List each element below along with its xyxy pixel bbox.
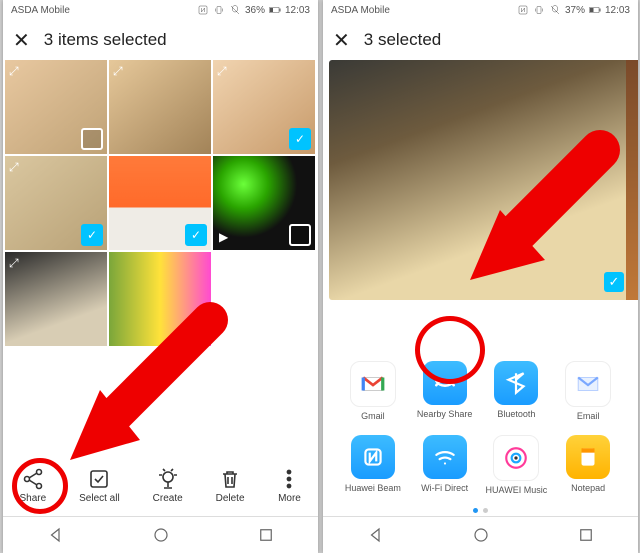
share-target-label: HUAWEI Music [486,485,548,495]
selection-header: ✕ 3 selected [323,20,638,60]
checkbox-unchecked[interactable] [81,128,103,150]
photo-thumb[interactable]: ⤢ [5,252,107,346]
close-icon[interactable]: ✕ [13,28,30,53]
nearby-share-icon [432,370,458,396]
android-nav-bar [323,516,638,553]
vibrate-icon [533,4,545,16]
share-target-label: Nearby Share [417,409,473,419]
delete-button[interactable]: Delete [216,467,245,504]
share-target-label: Huawei Beam [345,483,401,493]
checkbox-checked[interactable]: ✓ [289,128,311,150]
status-bar: ASDA Mobile 37% 12:03 [323,0,638,20]
photo-thumb[interactable]: ⤢ [109,60,211,154]
huawei-music-icon [503,445,529,471]
nfc-icon [517,4,529,16]
share-target-label: Email [577,411,600,421]
recent-icon[interactable] [577,526,595,544]
share-target-bluetooth[interactable]: Bluetooth [481,361,553,421]
share-target-music[interactable]: HUAWEI Music [481,435,553,495]
photo-thumb[interactable]: ⤢ [5,60,107,154]
notepad-icon [575,444,601,470]
share-button[interactable]: Share [19,467,46,504]
time-label: 12:03 [285,5,310,16]
photo-thumb[interactable]: ✓ [109,156,211,250]
battery-label: 37% [565,5,585,16]
expand-icon: ⤢ [9,160,19,175]
huawei-beam-icon [360,444,386,470]
share-target-nearby[interactable]: Nearby Share [409,361,481,421]
gmail-icon [360,371,386,397]
time-label: 12:03 [605,5,630,16]
checkbox-unchecked[interactable] [289,224,311,246]
share-label: Share [19,493,46,504]
header-title: 3 selected [364,30,442,50]
selected-photo-preview[interactable]: ✓ [329,60,632,300]
select-all-label: Select all [79,493,120,504]
play-icon: ▶ [219,230,228,244]
select-all-icon [87,467,111,491]
share-target-gmail[interactable]: Gmail [337,361,409,421]
battery-icon [589,4,601,16]
trash-icon [218,467,242,491]
select-all-button[interactable]: Select all [79,467,120,504]
checkbox-checked[interactable]: ✓ [185,224,207,246]
photo-thumb[interactable] [109,252,211,346]
home-icon[interactable] [472,526,490,544]
photo-thumb[interactable]: ⤢✓ [5,156,107,250]
page-indicator [323,508,638,513]
home-icon[interactable] [152,526,170,544]
share-target-label: Wi-Fi Direct [421,483,468,493]
create-button[interactable]: Create [153,467,183,504]
share-icon [21,467,45,491]
more-icon [277,467,301,491]
share-target-label: Bluetooth [497,409,535,419]
delete-label: Delete [216,493,245,504]
vibrate-icon [213,4,225,16]
share-target-label: Gmail [361,411,385,421]
nfc-icon [197,4,209,16]
header-title: 3 items selected [44,30,167,50]
bottom-action-bar: Share Select all Create Delete More [3,455,318,515]
mute-icon [229,4,241,16]
more-label: More [278,493,301,504]
expand-icon: ⤢ [113,64,123,79]
bluetooth-icon [503,370,529,396]
carrier-label: ASDA Mobile [11,5,70,16]
expand-icon: ⤢ [9,256,19,271]
create-label: Create [153,493,183,504]
share-target-label: Notepad [571,483,605,493]
phone-left: ASDA Mobile 36% 12:03 ✕ 3 items selected… [3,0,318,553]
checkbox-checked[interactable]: ✓ [81,224,103,246]
close-icon[interactable]: ✕ [333,28,350,53]
create-icon [156,467,180,491]
battery-icon [269,4,281,16]
recent-icon[interactable] [257,526,275,544]
next-photo-peek[interactable] [626,60,638,300]
photo-thumb[interactable]: ▶ [213,156,315,250]
share-target-notepad[interactable]: Notepad [552,435,624,495]
expand-icon: ⤢ [9,64,19,79]
back-icon[interactable] [47,526,65,544]
mute-icon [549,4,561,16]
back-icon[interactable] [367,526,385,544]
more-button[interactable]: More [277,467,301,504]
photo-grid: ⤢ ⤢ ⤢✓ ⤢✓ ✓ ▶ ⤢ [3,60,318,346]
status-bar: ASDA Mobile 36% 12:03 [3,0,318,20]
share-target-email[interactable]: Email [552,361,624,421]
battery-label: 36% [245,5,265,16]
share-target-wifi[interactable]: Wi-Fi Direct [409,435,481,495]
android-nav-bar [3,516,318,553]
share-target-beam[interactable]: Huawei Beam [337,435,409,495]
checkbox-checked[interactable]: ✓ [604,272,624,292]
selection-header: ✕ 3 items selected [3,20,318,60]
share-sheet: Gmail Nearby Share Bluetooth Email Huawe… [323,351,638,501]
phone-right: ASDA Mobile 37% 12:03 ✕ 3 selected ✓ Gma… [323,0,638,553]
expand-icon: ⤢ [217,64,227,79]
photo-thumb[interactable]: ⤢✓ [213,60,315,154]
wifi-direct-icon [432,444,458,470]
carrier-label: ASDA Mobile [331,5,390,16]
email-icon [575,371,601,397]
